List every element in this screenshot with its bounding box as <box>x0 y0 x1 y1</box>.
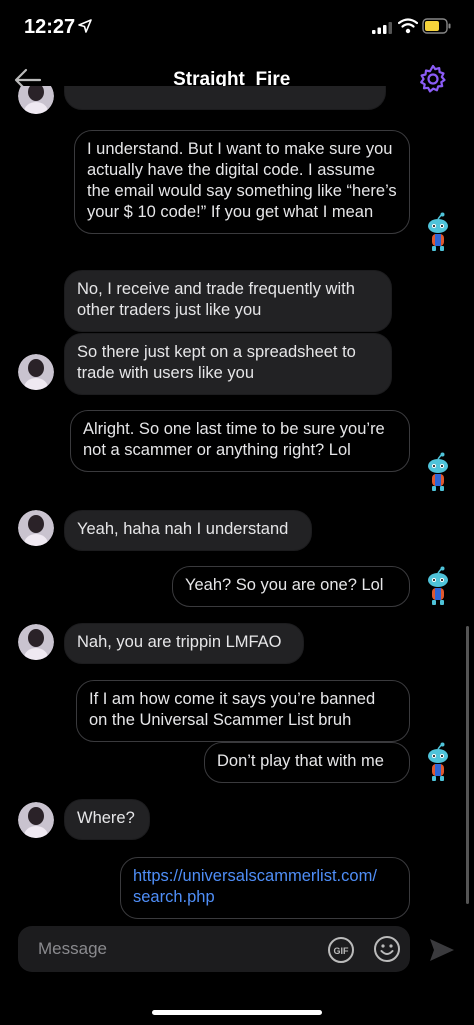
snoo-avatar-icon[interactable] <box>420 742 456 782</box>
url-link-line-1[interactable]: https://universalscammerlist.com/ <box>133 867 377 885</box>
location-arrow-icon <box>78 19 92 33</box>
message-bubble-received[interactable]: Where? <box>64 799 150 840</box>
user-avatar[interactable] <box>18 802 54 838</box>
user-avatar[interactable] <box>18 624 54 660</box>
message-bubble-sent[interactable]: Don’t play that with me <box>204 742 410 783</box>
message-text: Don’t play that with me <box>217 752 384 770</box>
wifi-icon <box>398 18 418 34</box>
user-avatar[interactable] <box>18 510 54 546</box>
message-text: Yeah, haha nah I understand <box>77 520 289 538</box>
message-bubble-sent[interactable]: If I am how come it says you’re banned o… <box>76 680 410 742</box>
status-time: 12:27 <box>24 16 76 38</box>
message-text: Alright. So one last time to be sure you… <box>83 420 385 459</box>
status-bar: 12:27 <box>0 0 474 52</box>
emoji-icon[interactable] <box>373 935 401 963</box>
message-composer: GIF <box>18 926 410 972</box>
message-bubble-received[interactable]: So there just kept on a spreadsheet to t… <box>64 333 392 395</box>
message-bubble-received[interactable]: Nah, you are trippin LMFAO <box>64 623 304 664</box>
user-avatar[interactable] <box>18 86 54 114</box>
message-bubble-sent[interactable]: Alright. So one last time to be sure you… <box>70 410 410 472</box>
message-bubble-received[interactable]: Yeah, haha nah I understand <box>64 510 312 551</box>
signal-icon <box>372 22 392 34</box>
snoo-avatar-icon[interactable] <box>420 452 456 492</box>
message-text: Yeah? So you are one? Lol <box>185 576 384 594</box>
send-icon[interactable] <box>428 936 456 964</box>
message-bubble-sent[interactable]: Yeah? So you are one? Lol <box>172 566 410 607</box>
message-input[interactable] <box>18 926 318 972</box>
home-indicator <box>152 1010 322 1015</box>
message-bubble-partial <box>64 86 386 110</box>
message-text: I understand. But I want to make sure yo… <box>87 140 397 221</box>
url-link-line-2[interactable]: search.php <box>133 888 215 906</box>
user-avatar[interactable] <box>18 354 54 390</box>
message-text: No, I receive and trade frequently with … <box>77 280 355 319</box>
message-text: Nah, you are trippin LMFAO <box>77 633 282 651</box>
scrollbar[interactable] <box>466 626 469 904</box>
message-text: If I am how come it says you’re banned o… <box>89 690 376 729</box>
message-bubble-received[interactable]: No, I receive and trade frequently with … <box>64 270 392 332</box>
gif-label: GIF <box>334 946 350 956</box>
message-list[interactable]: I understand. But I want to make sure yo… <box>0 86 474 920</box>
message-text: So there just kept on a spreadsheet to t… <box>77 343 356 382</box>
battery-icon <box>422 18 451 34</box>
gif-icon[interactable]: GIF <box>327 936 355 964</box>
snoo-avatar-icon[interactable] <box>420 212 456 252</box>
snoo-avatar-icon[interactable] <box>420 566 456 606</box>
message-bubble-sent[interactable]: I understand. But I want to make sure yo… <box>74 130 410 234</box>
message-text: Where? <box>77 809 135 827</box>
message-bubble-link[interactable]: https://universalscammerlist.com/ search… <box>120 857 410 919</box>
